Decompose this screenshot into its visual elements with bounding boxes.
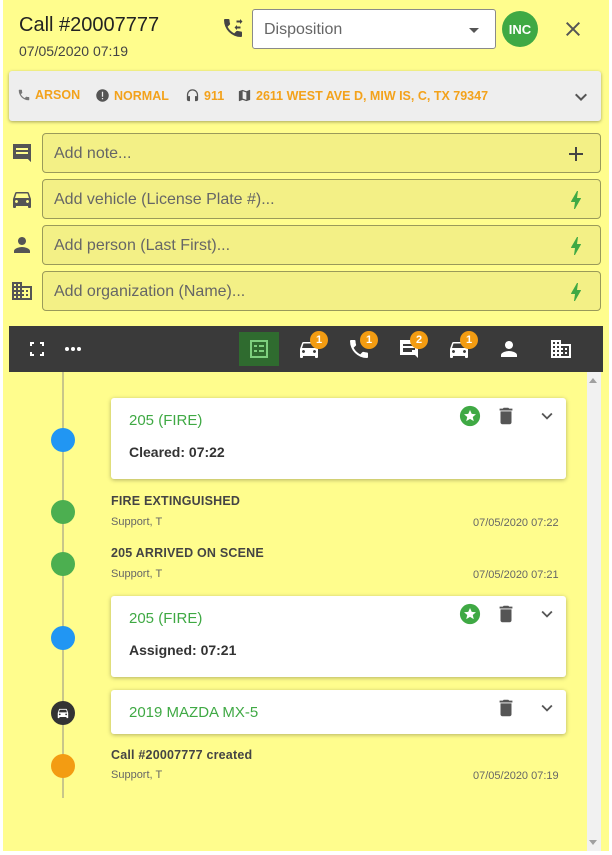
event-user: Support, T	[111, 516, 163, 528]
messages-count-badge: 2	[410, 331, 428, 349]
alert-icon	[96, 89, 109, 102]
unit-card-status: Assigned: 07:21	[129, 642, 237, 658]
event-time: 07/05/2020 07:21	[473, 569, 559, 581]
call-info-bar[interactable]: ARSON NORMAL 911 2611 WEST AVE D, MIW IS…	[9, 71, 601, 121]
event-title: 205 ARRIVED ON SCENE	[111, 546, 264, 560]
units-count-badge: 1	[460, 331, 478, 349]
map-icon	[238, 89, 251, 102]
event-user: Support, T	[111, 769, 163, 781]
chevron-down-icon[interactable]	[536, 603, 558, 625]
add-organization-input[interactable]: Add organization (Name)...	[42, 271, 601, 311]
priority-label: NORMAL	[114, 88, 169, 103]
phone-icon	[18, 89, 30, 101]
add-organization-row: Add organization (Name)...	[3, 271, 609, 311]
event-title: FIRE EXTINGUISHED	[111, 494, 241, 508]
add-note-row: Add note...	[3, 133, 609, 173]
inc-badge[interactable]: INC	[502, 11, 538, 47]
lightning-icon[interactable]	[564, 280, 588, 304]
scroll-up-arrow-icon[interactable]	[589, 378, 597, 383]
scroll-down-arrow-icon[interactable]	[589, 840, 597, 845]
car-icon	[57, 708, 69, 719]
unit-card-status: Cleared: 07:22	[129, 444, 225, 460]
disposition-select[interactable]: Disposition	[252, 9, 496, 49]
unit-card-title[interactable]: 205 (FIRE)	[129, 412, 202, 429]
chevron-down-icon[interactable]	[536, 697, 558, 719]
star-icon[interactable]	[459, 603, 481, 625]
star-icon[interactable]	[459, 405, 481, 427]
timeline-dot-unit	[51, 428, 75, 452]
add-vehicle-row: Add vehicle (License Plate #)...	[3, 179, 609, 219]
vehicle-card-title[interactable]: 2019 MAZDA MX-5	[129, 704, 258, 721]
unit-card-assigned[interactable]: 205 (FIRE) Assigned: 07:21	[111, 596, 566, 677]
vehicle-card[interactable]: 2019 MAZDA MX-5	[111, 690, 566, 734]
tab-vehicles[interactable]: 1	[297, 331, 328, 361]
timeline-dot-unit	[51, 626, 75, 650]
dropdown-arrow-icon	[469, 28, 479, 33]
event-title: Call #20007777 created	[111, 748, 253, 762]
delete-icon[interactable]	[495, 697, 517, 719]
address-label: 2611 WEST AVE D, MIW IS, C, TX 79347	[256, 88, 489, 103]
add-vehicle-input[interactable]: Add vehicle (License Plate #)...	[42, 179, 601, 219]
lightning-icon[interactable]	[564, 188, 588, 212]
timeline-dot-event	[51, 552, 75, 576]
more-options-icon[interactable]	[61, 337, 85, 361]
unit-card-cleared[interactable]: 205 (FIRE) Cleared: 07:22	[111, 398, 566, 479]
tab-calls[interactable]: 1	[347, 331, 378, 361]
close-icon[interactable]	[561, 17, 585, 41]
event-user: Support, T	[111, 568, 163, 580]
vehicles-count-badge: 1	[310, 331, 328, 349]
timeline-toolbar: 1 1 2 1	[9, 326, 603, 372]
call-title: Call #20007777	[19, 14, 160, 36]
tab-messages[interactable]: 2	[397, 331, 428, 361]
disposition-placeholder: Disposition	[264, 21, 343, 38]
priority-item: NORMAL	[95, 88, 169, 103]
chevron-down-icon[interactable]	[536, 405, 558, 427]
lightning-icon[interactable]	[564, 234, 588, 258]
call-type-label: ARSON	[35, 88, 81, 102]
person-icon[interactable]	[497, 337, 521, 361]
event-time: 07/05/2020 07:19	[473, 770, 559, 782]
timeline-scrollbar[interactable]	[587, 372, 601, 851]
add-person-input[interactable]: Add person (Last First)...	[42, 225, 601, 265]
tab-units[interactable]: 1	[447, 331, 478, 361]
phone-transfer-icon[interactable]	[221, 16, 245, 40]
chevron-down-icon[interactable]	[569, 85, 593, 109]
call-date: 07/05/2020 07:19	[19, 43, 128, 59]
delete-icon[interactable]	[495, 405, 517, 427]
add-note-placeholder: Add note...	[54, 145, 132, 162]
call-panel: Call #20007777 07/05/2020 07:19 Disposit…	[3, 0, 609, 851]
add-person-row: Add person (Last First)...	[3, 225, 609, 265]
timeline: 205 (FIRE) Cleared: 07:22 FIRE EXTINGUIS…	[3, 372, 609, 851]
add-note-input[interactable]: Add note...	[42, 133, 601, 173]
source-label: 911	[204, 88, 225, 103]
timeline-list-icon[interactable]	[247, 337, 271, 361]
comment-icon	[13, 144, 31, 162]
person-icon	[14, 237, 30, 253]
building-icon[interactable]	[549, 337, 573, 361]
event-time: 07/05/2020 07:22	[473, 517, 559, 529]
plus-icon[interactable]	[564, 142, 588, 166]
delete-icon[interactable]	[495, 603, 517, 625]
car-icon	[13, 192, 31, 208]
address-item: 2611 WEST AVE D, MIW IS, C, TX 79347	[237, 88, 488, 103]
source-item: 911	[185, 88, 224, 103]
fullscreen-icon[interactable]	[25, 337, 49, 361]
calls-count-badge: 1	[360, 331, 378, 349]
timeline-dot-created	[51, 754, 75, 778]
building-icon	[12, 282, 32, 300]
unit-card-title[interactable]: 205 (FIRE)	[129, 610, 202, 627]
add-person-placeholder: Add person (Last First)...	[54, 237, 231, 254]
timeline-dot-vehicle	[51, 701, 75, 725]
call-type-item: ARSON	[17, 88, 80, 102]
add-organization-placeholder: Add organization (Name)...	[54, 283, 246, 300]
headset-icon	[186, 89, 199, 102]
timeline-dot-event	[51, 500, 75, 524]
add-vehicle-placeholder: Add vehicle (License Plate #)...	[54, 191, 275, 208]
